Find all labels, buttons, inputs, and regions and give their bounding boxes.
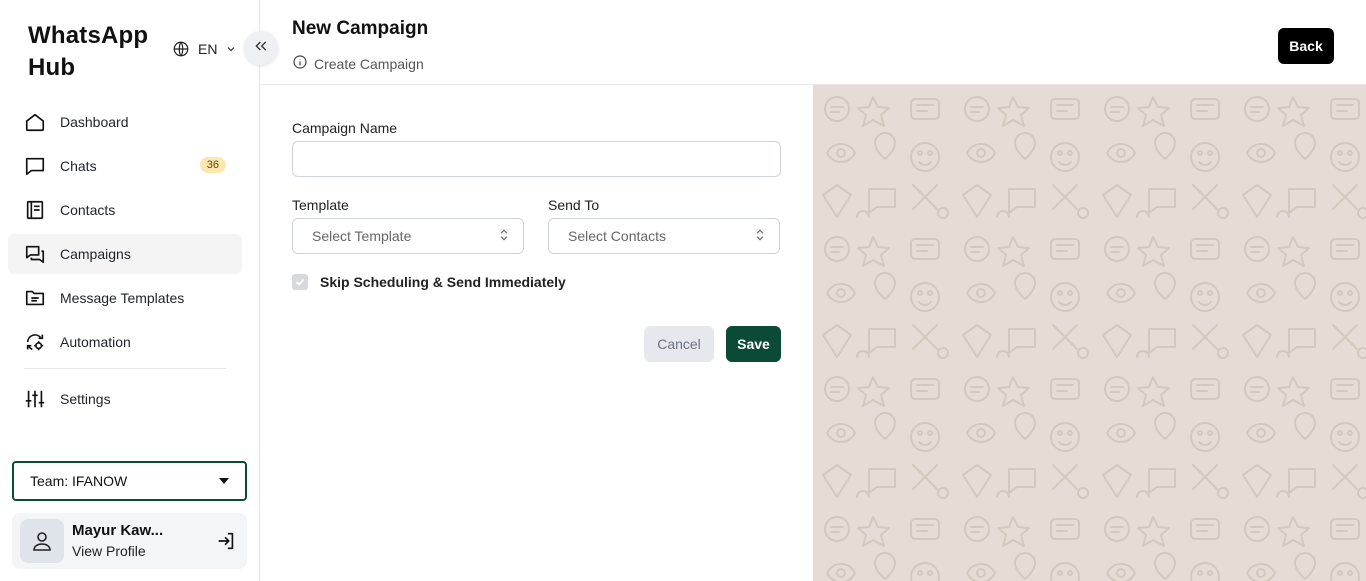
home-icon bbox=[24, 111, 46, 133]
language-selector[interactable]: EN bbox=[172, 40, 237, 58]
page-subtitle: Create Campaign bbox=[292, 54, 424, 73]
sidebar-item-label: Settings bbox=[60, 391, 111, 407]
caret-down-icon bbox=[219, 478, 229, 484]
team-label: Team: IFANOW bbox=[30, 473, 128, 489]
skip-scheduling-row: Skip Scheduling & Send Immediately bbox=[292, 274, 781, 290]
campaigns-icon bbox=[24, 243, 46, 265]
form-actions: Cancel Save bbox=[292, 326, 781, 362]
view-profile-link[interactable]: View Profile bbox=[72, 541, 213, 561]
app-title: WhatsApp Hub bbox=[28, 22, 149, 81]
subtitle-text: Create Campaign bbox=[314, 55, 424, 72]
sidebar-item-label: Automation bbox=[60, 334, 131, 350]
sidebar-divider bbox=[24, 368, 226, 369]
page-header: New Campaign Create Campaign Back bbox=[261, 0, 1366, 85]
logout-button[interactable] bbox=[213, 528, 239, 554]
campaign-form: Campaign Name Template Select Template S… bbox=[292, 120, 781, 362]
page-title: New Campaign bbox=[292, 18, 429, 39]
chevron-up-down-icon bbox=[497, 228, 511, 245]
profile-name: Mayur Kaw... bbox=[72, 522, 164, 539]
sliders-icon bbox=[24, 388, 46, 410]
sidebar-item-label: Contacts bbox=[60, 202, 116, 218]
team-selector[interactable]: Team: IFANOW bbox=[12, 461, 247, 501]
send-to-select-value: Select Contacts bbox=[568, 228, 667, 244]
chat-icon bbox=[24, 155, 46, 177]
template-field: Template Select Template bbox=[292, 197, 524, 254]
user-icon bbox=[33, 532, 51, 551]
app-root: WhatsApp Hub EN Dashboard Chats 36 Conta… bbox=[0, 0, 1366, 581]
sidebar-item-label: Chats bbox=[60, 158, 97, 174]
unread-count-badge: 36 bbox=[199, 157, 226, 173]
profile-card: Mayur Kaw... View Profile bbox=[12, 513, 247, 569]
send-to-label: Send To bbox=[548, 197, 600, 213]
back-button[interactable]: Back bbox=[1278, 28, 1334, 64]
template-select[interactable]: Select Template bbox=[292, 218, 524, 254]
sidebar-item-label: Dashboard bbox=[60, 114, 129, 130]
sidebar-item-message-templates[interactable]: Message Templates bbox=[8, 278, 242, 318]
save-button[interactable]: Save bbox=[726, 326, 781, 362]
sidebar-item-label: Campaigns bbox=[60, 246, 131, 262]
cancel-button[interactable]: Cancel bbox=[644, 326, 714, 362]
logout-icon bbox=[218, 532, 234, 550]
send-to-field: Send To Select Contacts bbox=[548, 197, 780, 254]
send-to-select[interactable]: Select Contacts bbox=[548, 218, 780, 254]
sidebar-item-campaigns[interactable]: Campaigns bbox=[8, 234, 242, 274]
check-icon bbox=[295, 278, 305, 286]
folder-icon bbox=[24, 287, 46, 309]
profile-text: Mayur Kaw... View Profile bbox=[72, 521, 213, 561]
chevron-down-icon bbox=[225, 43, 237, 55]
sidebar: WhatsApp Hub EN Dashboard Chats 36 Conta… bbox=[0, 0, 278, 581]
skip-scheduling-checkbox[interactable] bbox=[292, 274, 308, 290]
sidebar-item-settings[interactable]: Settings bbox=[8, 379, 242, 419]
campaign-name-label: Campaign Name bbox=[292, 120, 398, 136]
contacts-icon bbox=[24, 199, 46, 221]
automation-icon bbox=[24, 331, 46, 353]
template-label: Template bbox=[292, 197, 349, 213]
chevron-up-down-icon bbox=[753, 228, 767, 245]
message-preview-panel bbox=[813, 85, 1366, 581]
sidebar-nav: Dashboard Chats 36 Contacts Campaigns Me… bbox=[8, 102, 242, 423]
sidebar-item-chats[interactable]: Chats 36 bbox=[8, 146, 242, 186]
double-chevron-left-icon bbox=[253, 38, 269, 59]
globe-icon bbox=[172, 40, 190, 58]
sidebar-item-dashboard[interactable]: Dashboard bbox=[8, 102, 242, 142]
template-select-value: Select Template bbox=[312, 228, 412, 244]
language-code: EN bbox=[198, 41, 218, 57]
select-row: Template Select Template Send To Select … bbox=[292, 197, 781, 254]
campaign-name-input[interactable] bbox=[292, 141, 781, 177]
chat-wallpaper-pattern bbox=[813, 85, 1366, 581]
collapse-sidebar-button[interactable] bbox=[244, 31, 278, 65]
sidebar-item-automation[interactable]: Automation bbox=[8, 322, 242, 362]
skip-scheduling-label: Skip Scheduling & Send Immediately bbox=[320, 274, 566, 290]
sidebar-item-contacts[interactable]: Contacts bbox=[8, 190, 242, 230]
sidebar-item-label: Message Templates bbox=[60, 290, 185, 306]
info-icon bbox=[292, 54, 308, 73]
avatar[interactable] bbox=[20, 519, 64, 563]
